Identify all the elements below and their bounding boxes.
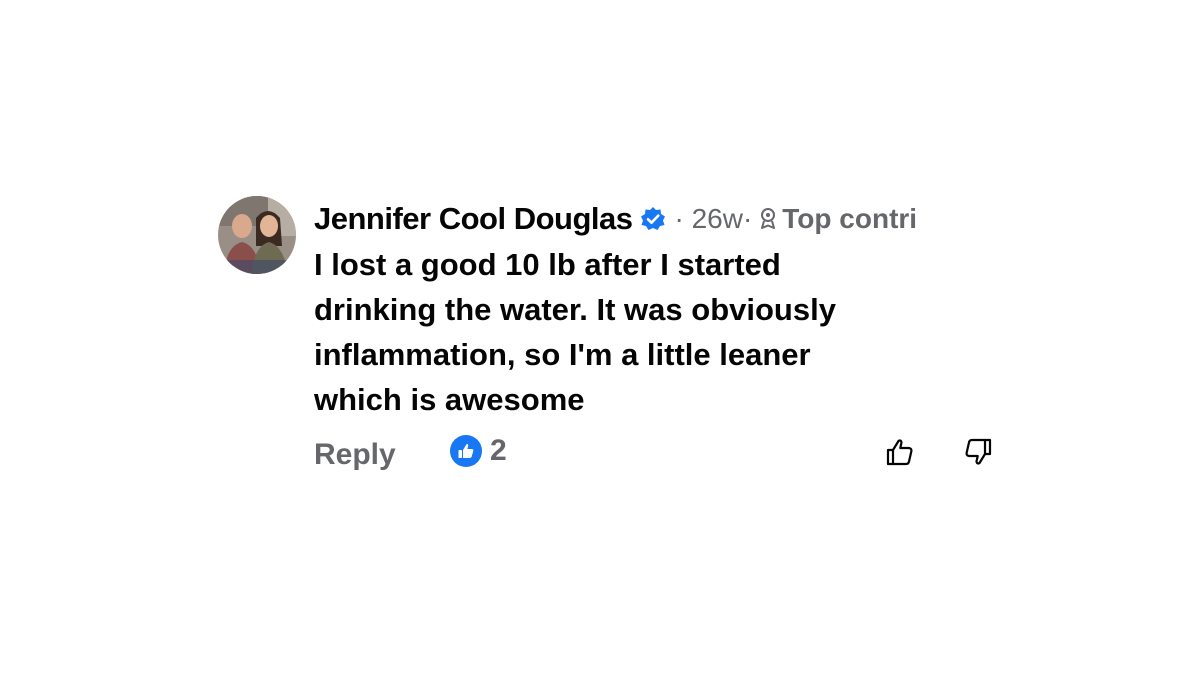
comment-text-line: I lost a good 10 lb after I started (314, 247, 781, 282)
like-reaction-icon (450, 435, 482, 467)
thumbs-up-icon[interactable] (882, 434, 918, 470)
comment-text: I lost a good 10 lb after I started drin… (314, 242, 1004, 422)
avatar-photo (218, 196, 296, 274)
avatar[interactable] (218, 196, 296, 274)
reaction-summary[interactable]: 2 (450, 434, 507, 468)
verified-badge-icon (640, 206, 666, 232)
comment-text-line: which is awesome (314, 382, 585, 417)
top-contributor-icon (758, 207, 778, 231)
thumbs-down-icon[interactable] (960, 434, 996, 470)
comment-text-line: drinking the water. It was obviously (314, 292, 836, 327)
comment-header: Jennifer Cool Douglas · 26w· Top contri (314, 196, 1004, 242)
reply-button[interactable]: Reply (314, 438, 396, 472)
comment-age[interactable]: · 26w· (674, 203, 752, 235)
reaction-count: 2 (490, 434, 507, 467)
comment-body: Jennifer Cool Douglas · 26w· Top contri … (314, 196, 1014, 476)
author-name[interactable]: Jennifer Cool Douglas (314, 201, 633, 237)
top-contributor-label[interactable]: Top contri (782, 203, 917, 235)
comment-actions: Reply 2 (314, 426, 1014, 476)
comment-text-line: inflammation, so I'm a little leaner (314, 337, 811, 372)
